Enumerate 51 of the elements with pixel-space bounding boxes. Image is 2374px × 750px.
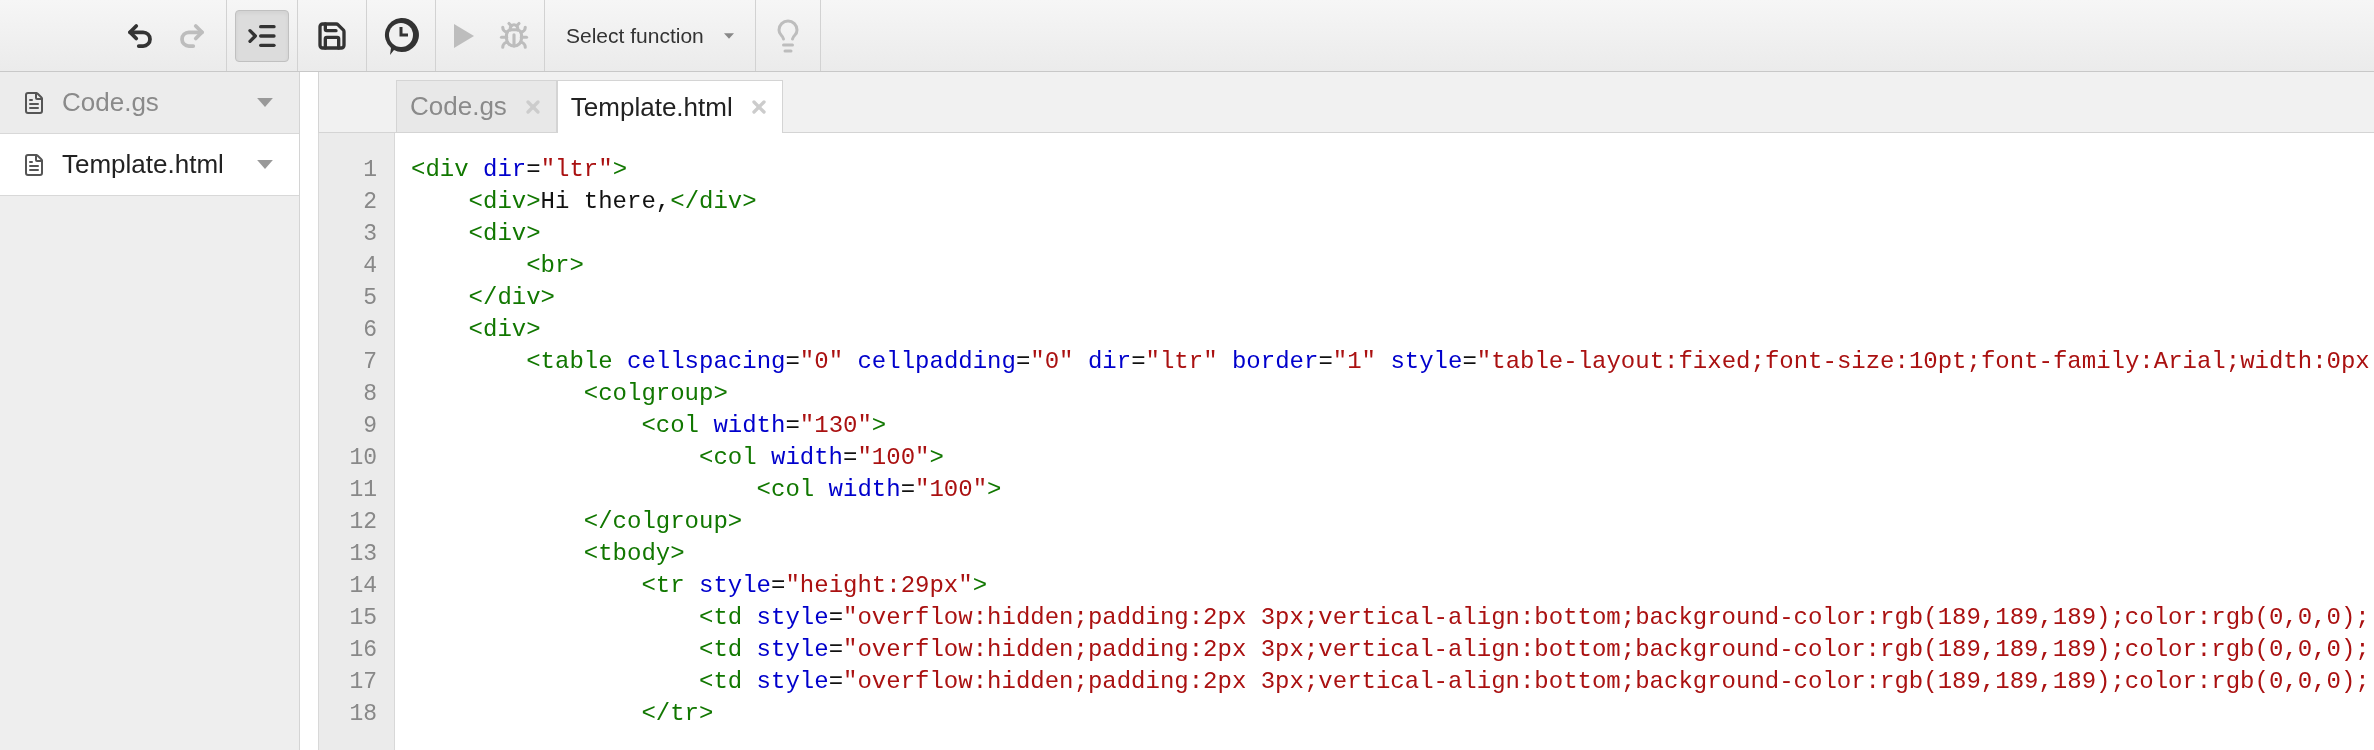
- code-line: </div>: [468, 283, 555, 313]
- line-number: 3: [363, 220, 377, 249]
- line-number: 5: [363, 284, 377, 313]
- line-number: 16: [349, 636, 377, 665]
- line-number: 14: [349, 572, 377, 601]
- code-line: </tr>: [641, 699, 714, 729]
- line-number: 2: [363, 188, 377, 217]
- code-line: <colgroup>: [583, 379, 728, 409]
- code-line: <div>: [468, 219, 541, 249]
- code-line: <tbody>: [583, 539, 685, 569]
- bug-icon: [499, 20, 529, 51]
- code-line: <br>: [526, 251, 584, 281]
- code-line: <div dir="ltr">: [411, 155, 628, 185]
- line-number: 10: [349, 444, 377, 473]
- code-line: </colgroup>: [583, 507, 743, 537]
- line-number: 11: [349, 476, 377, 505]
- code-line: <tr style="height:29px">: [641, 571, 988, 601]
- file-name: Template.html: [62, 148, 225, 181]
- clock-bubble-icon: [382, 15, 420, 56]
- line-number: 8: [363, 380, 377, 409]
- indent-button[interactable]: [235, 9, 289, 62]
- code-line: <col width="100">: [699, 443, 944, 473]
- line-number: 17: [349, 668, 377, 697]
- line-number: 4: [363, 252, 377, 281]
- line-number: 12: [349, 508, 377, 537]
- code-line: <div>: [468, 315, 541, 345]
- line-number: 15: [349, 604, 377, 633]
- file-name: Code.gs: [62, 86, 160, 119]
- file-item[interactable]: Template.html: [0, 134, 299, 196]
- code-line: <div>Hi there,</div>: [468, 187, 757, 217]
- caret-icon: [723, 32, 734, 39]
- code-line: <td style="overflow:hidden;padding:2px 3px;vertical-align:bottom;background-color:rgb(189,189,189);color:rgb(0,0,0);: [699, 603, 2370, 633]
- code-line: <td style="overflow:hidden;padding:2px 3px;vertical-align:bottom;background-color:rgb(189,189,189);color:rgb(0,0,0);: [699, 667, 2370, 697]
- line-number: 6: [363, 316, 377, 345]
- file-icon: [22, 152, 46, 177]
- line-number: 7: [363, 348, 377, 377]
- play-icon: [454, 23, 474, 48]
- caret-icon: [257, 160, 273, 169]
- code-line: <table cellspacing="0" cellpadding="0" dir="ltr" border="1" style="table-layout:fixed;font-size:10pt;font-family:Arial;width:0px: [526, 347, 2370, 377]
- line-number: 9: [363, 412, 377, 441]
- code-line: <col width="130">: [641, 411, 887, 441]
- code-line: <col width="100">: [756, 475, 1002, 505]
- line-number: 13: [349, 540, 377, 569]
- file-tab[interactable]: Template.html: [556, 80, 783, 133]
- line-number: 18: [349, 700, 377, 729]
- line-number: 1: [363, 156, 377, 185]
- code-line: <td style="overflow:hidden;padding:2px 3px;vertical-align:bottom;background-color:rgb(189,189,189);color:rgb(0,0,0);: [699, 635, 2370, 665]
- function-select[interactable]: Select function: [553, 9, 747, 62]
- save-icon: [316, 19, 348, 52]
- file-icon: [22, 90, 46, 115]
- caret-icon: [257, 98, 273, 107]
